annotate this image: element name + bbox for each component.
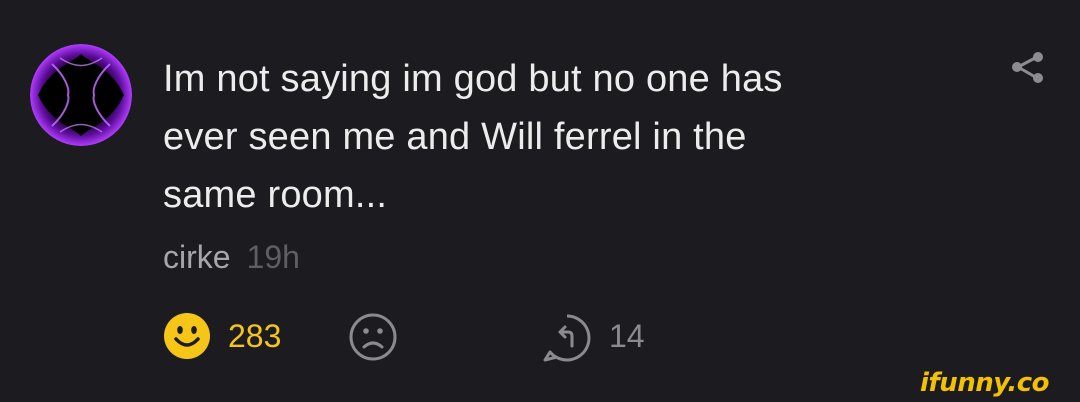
reply-count: 14 — [609, 318, 645, 354]
comment-card: Im not saying im god but no one has ever… — [0, 0, 1080, 402]
avatar[interactable] — [30, 44, 132, 146]
smile-icon[interactable] — [163, 312, 211, 360]
author-name[interactable]: cirke — [163, 239, 231, 275]
smile-count: 283 — [228, 318, 282, 354]
comment-time: 19h — [246, 239, 300, 275]
avatar-image — [30, 44, 132, 146]
comment-actions: 283 14 — [163, 310, 703, 362]
comment-line-1: Im not saying im god but no one has — [163, 58, 783, 100]
comment-meta: cirke 19h — [163, 235, 300, 279]
share-icon[interactable] — [1008, 50, 1046, 84]
comment-line-2: ever seen me and Will ferrel in the — [163, 116, 747, 158]
reply-icon[interactable] — [541, 312, 593, 364]
frown-icon[interactable] — [348, 312, 398, 362]
comment-text: Im not saying im god but no one has ever… — [163, 50, 963, 224]
comment-line-3: same room... — [163, 174, 388, 216]
ifunny-watermark: ifunny.co — [920, 368, 1049, 398]
